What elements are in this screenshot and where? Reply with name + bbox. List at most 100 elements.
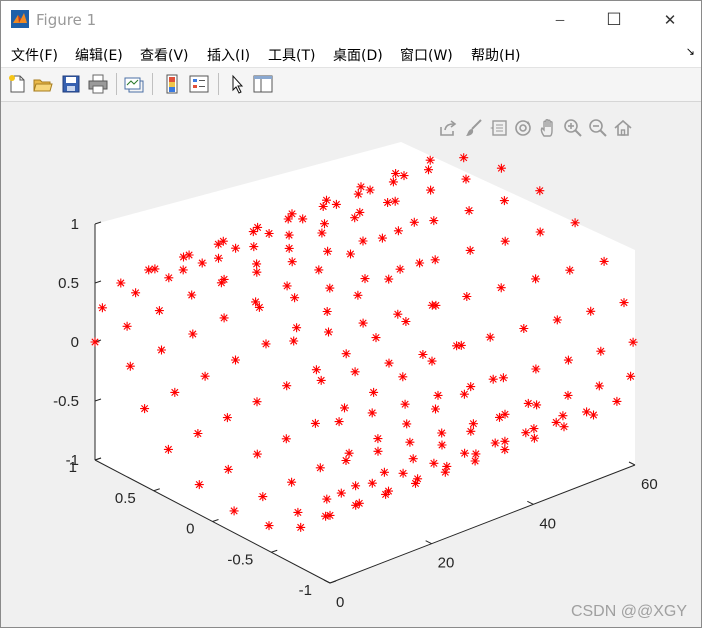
data-point-marker [287,257,297,267]
edit-plot-arrow-icon[interactable] [226,73,248,95]
data-point-marker [398,372,408,382]
data-point-marker [311,365,321,375]
data-point-marker [496,283,506,293]
menu-tools[interactable]: 工具(T) [268,45,315,65]
data-point-marker [298,214,308,224]
save-icon[interactable] [60,73,82,95]
minimize-icon: ─ [555,13,565,27]
menu-edit[interactable]: 编辑(E) [75,45,123,65]
menu-overflow-icon[interactable]: ↘ [686,45,695,58]
data-point-marker [252,259,262,269]
data-point-marker [383,198,393,207]
data-point-marker [315,463,325,473]
y-tick-label: -1 [299,582,312,599]
data-point-marker [322,494,332,504]
menu-insert[interactable]: 插入(I) [207,45,250,65]
minimize-button[interactable]: ─ [537,1,583,39]
data-point-marker [490,438,500,448]
axes-3d[interactable]: -1-0.500.51-1-0.500.510204060 [1,102,701,627]
data-point-marker [619,298,629,308]
data-point-marker [418,350,428,359]
data-point-marker [289,336,299,346]
data-point-marker [317,228,327,238]
data-point-marker [322,307,332,316]
data-point-marker [170,387,180,397]
menu-file[interactable]: 文件(F) [11,45,58,65]
window-title: Figure 1 [36,11,97,29]
menu-desktop[interactable]: 桌面(D) [333,45,383,65]
maximize-button[interactable]: ☐ [591,1,637,39]
new-figure-icon[interactable] [6,73,28,95]
data-point-marker [218,236,228,246]
z-tick-label: 1 [71,216,79,233]
data-point-marker [194,480,204,490]
data-point-marker [529,424,539,434]
data-point-marker [393,226,403,236]
data-point-marker [249,242,259,252]
data-point-marker [424,165,433,175]
data-point-marker [409,217,419,227]
insert-colorbar-icon[interactable] [161,73,183,95]
data-point-marker [369,387,379,397]
data-point-marker [519,324,529,333]
data-point-marker [498,373,508,383]
data-point-marker [154,306,164,316]
data-point-marker [429,458,439,468]
data-point-marker [310,418,320,428]
link-plot-icon[interactable] [123,73,145,95]
data-point-marker [626,371,636,381]
data-point-marker [253,222,263,232]
open-file-icon[interactable] [32,73,54,95]
data-point-marker [284,230,294,240]
data-point-marker [495,412,504,422]
data-point-marker [442,461,452,471]
data-point-marker [131,288,141,298]
toolbar-separator [152,73,153,95]
data-point-marker [466,382,476,392]
data-point-marker [471,449,481,459]
menu-window[interactable]: 窗口(W) [400,45,453,65]
property-inspector-icon[interactable] [252,73,274,95]
data-point-marker [187,290,197,300]
data-point-marker [456,340,466,350]
menu-help[interactable]: 帮助(H) [471,45,520,65]
data-point-marker [440,467,450,477]
data-point-marker [373,446,383,456]
menu-bar: 文件(F) 编辑(E) 查看(V) 插入(I) 工具(T) 桌面(D) 窗口(W… [1,39,701,68]
data-point-marker [360,274,370,284]
title-bar[interactable]: Figure 1 ─ ☐ ✕ [1,1,701,39]
insert-legend-icon[interactable] [188,73,210,95]
data-point-marker [358,318,368,328]
data-point-marker [365,185,375,195]
figure-canvas[interactable]: -1 -0.5 0 0.5 1 -1 -0.5 0 0.5 1 0 20 40 60 CSDN @@XGY [1,102,701,627]
data-point-marker [350,367,360,377]
data-point-marker [223,464,233,474]
menu-view[interactable]: 查看(V) [140,45,189,65]
data-point-marker [296,522,306,532]
data-point-marker [287,477,297,487]
data-point-marker [122,321,132,331]
data-point-marker [371,333,381,343]
data-point-marker [431,404,440,414]
data-point-marker [589,410,598,420]
close-button[interactable]: ✕ [647,1,693,39]
data-point-marker [97,303,107,313]
data-point-marker [287,209,297,219]
x-tick-label: 40 [539,515,556,532]
print-icon[interactable] [87,73,109,95]
data-point-marker [214,253,223,263]
data-point-marker [430,255,440,265]
data-point-marker [290,293,300,303]
data-point-marker [532,400,542,410]
data-point-marker [163,444,173,454]
data-point-marker [470,456,480,466]
data-point-marker [219,313,229,323]
data-point-marker [379,467,389,477]
data-point-marker [388,177,398,187]
data-point-marker [331,199,341,209]
data-point-marker [314,265,324,275]
data-point-marker [433,390,443,400]
data-point-marker [157,345,166,355]
data-point-marker [559,422,569,432]
data-point-marker [398,468,408,478]
